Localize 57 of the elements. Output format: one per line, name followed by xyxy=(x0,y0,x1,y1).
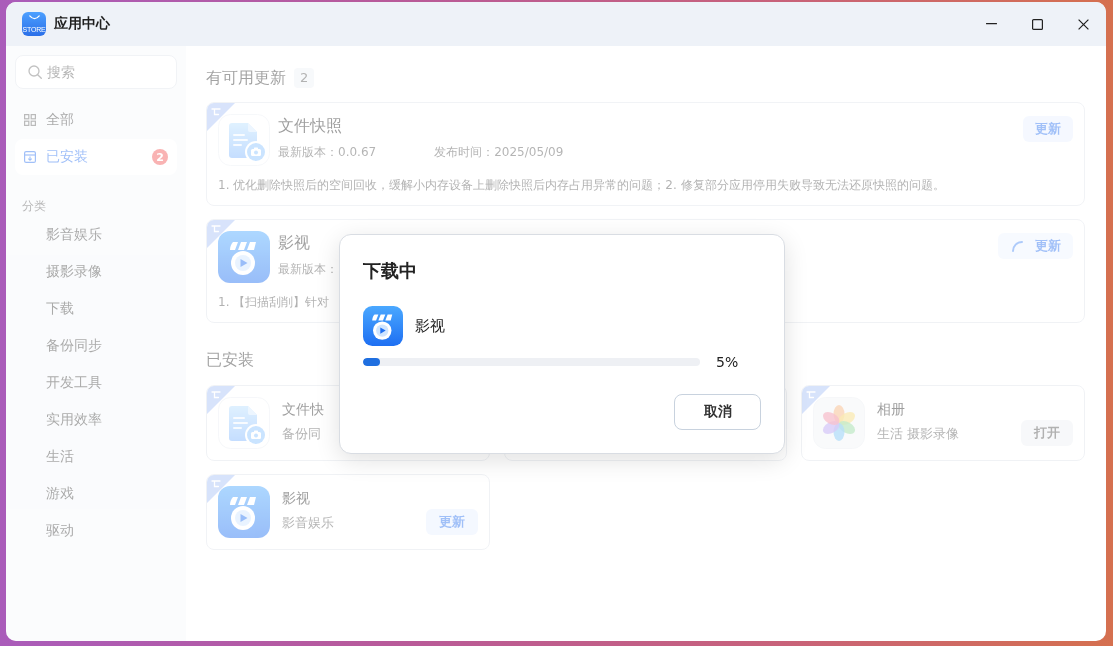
document-camera-icon xyxy=(218,114,270,166)
app-meta-text: 发布时间：2025/05/09 xyxy=(434,144,564,161)
app-name: 影视 xyxy=(278,232,310,254)
category-item[interactable]: 生活 xyxy=(46,446,74,466)
spinner-icon xyxy=(1012,240,1023,252)
category-item[interactable]: 驱动 xyxy=(46,520,74,540)
corner-tag-icon xyxy=(207,475,235,503)
app-name: 相册 xyxy=(877,400,906,419)
update-button[interactable]: 更新 xyxy=(1023,116,1073,142)
corner-tag-icon xyxy=(207,386,235,414)
app-category: 备份同 xyxy=(282,425,321,443)
clapperboard-play-icon xyxy=(218,231,270,283)
clapperboard-play-icon xyxy=(363,306,403,346)
category-item[interactable]: 实用效率 xyxy=(46,409,102,429)
app-meta-text: 最新版本：0.0.67 xyxy=(278,144,377,161)
flower-petals-icon xyxy=(813,397,866,449)
progress-percent: 5% xyxy=(716,354,739,370)
grid-icon xyxy=(24,114,36,126)
cancel-button[interactable]: 取消 xyxy=(674,394,761,430)
category-item[interactable]: 影音娱乐 xyxy=(46,224,102,244)
count-badge: 2 xyxy=(152,149,168,165)
nav-item[interactable]: 全部 xyxy=(15,102,177,138)
update-button[interactable]: 更新 xyxy=(425,509,478,535)
clapperboard-play-icon xyxy=(218,486,270,538)
category-item[interactable]: 摄影录像 xyxy=(46,261,102,281)
nav-item[interactable]: 已安装 2 xyxy=(15,139,177,175)
section-heading: 有可用更新 xyxy=(206,67,286,89)
app-category: 生活 摄影录像 xyxy=(877,425,960,443)
corner-tag-icon xyxy=(207,103,235,131)
count-badge: 2 xyxy=(294,68,315,88)
dialog-title: 下载中 xyxy=(363,259,417,283)
smile-icon xyxy=(28,15,40,20)
search-icon xyxy=(28,65,42,79)
app-name: 文件快 xyxy=(282,400,324,419)
app-name: 影视 xyxy=(415,316,445,336)
open-button[interactable]: 打开 xyxy=(1021,420,1073,446)
window-title: 应用中心 xyxy=(54,15,110,33)
category-item[interactable]: 游戏 xyxy=(46,483,74,503)
update-button[interactable]: 更新 xyxy=(998,233,1073,259)
corner-tag-icon xyxy=(207,220,235,248)
app-meta-text: 最新版本： xyxy=(278,261,338,278)
category-item[interactable]: 开发工具 xyxy=(46,372,102,392)
section-label: 分类 xyxy=(21,198,46,215)
app-category: 影音娱乐 xyxy=(282,514,334,532)
download-box-icon xyxy=(24,151,36,163)
app-name: 影视 xyxy=(282,489,310,508)
section-heading: 已安装 xyxy=(206,349,254,371)
corner-tag-icon xyxy=(802,386,831,414)
app-name: 文件快照 xyxy=(278,115,342,137)
document-camera-icon xyxy=(218,397,270,449)
minimize-icon xyxy=(985,23,997,25)
release-notes: 1. 【扫描刮削】针对 xyxy=(218,294,330,311)
close-icon xyxy=(1077,18,1089,30)
search-field[interactable]: 搜索 xyxy=(15,55,177,89)
category-item[interactable]: 下载 xyxy=(46,298,74,318)
maximize-icon xyxy=(1031,18,1043,30)
category-item[interactable]: 备份同步 xyxy=(46,335,102,355)
